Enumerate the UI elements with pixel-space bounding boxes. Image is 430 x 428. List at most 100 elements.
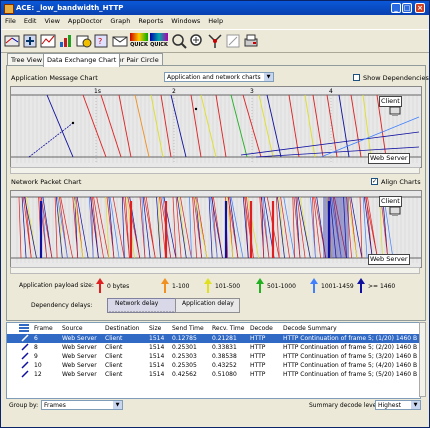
col-source[interactable]: Source [62,325,83,332]
window-title: ACE: _low_bandwidth_HTTP [16,4,124,12]
legend-arrow-icon-1 [161,278,169,293]
menu-edit[interactable]: Edit [20,15,41,28]
menu-help[interactable]: Help [204,15,227,28]
col-send-time[interactable]: Send Time [172,325,204,332]
table-cell: HTTP Continuation of frame 5; (1/20) 146… [283,335,418,342]
table-cell: 1514 [149,344,165,351]
time-plot-icon[interactable] [225,33,241,49]
group-by-value: Frames [44,402,66,409]
group-by-select[interactable]: Frames ▼ [41,400,123,410]
legend-label-5: >= 1460 [368,283,396,290]
menu-graph[interactable]: Graph [106,15,134,28]
menu-windows[interactable]: Windows [167,15,204,28]
col-decode-summary[interactable]: Decode Summary [283,325,337,332]
group-by-label: Group by: [9,402,39,409]
table-cell: HTTP Continuation of frame 5; (5/20) 146… [283,371,418,378]
net-web-server-node-label: Web Server [368,254,410,265]
menu-reports[interactable]: Reports [134,15,167,28]
net-client-computer-icon [389,206,401,216]
app-chart-scrollbar[interactable] [10,167,420,174]
table-cell: Web Server [62,371,97,378]
title-bar: ACE: _low_bandwidth_HTTP _ □ × [1,1,429,15]
show-dependencies-label: Show Dependencies [363,74,429,82]
network-packet-chart[interactable]: Client Web Server [10,190,422,268]
table-cell: Client [105,371,123,378]
zoom-in-icon[interactable] [189,33,205,49]
table-cell: Client [105,344,123,351]
chart-mode-value: Application and network charts [167,74,261,81]
align-charts-checkbox[interactable]: ✓ [371,178,378,185]
legend-label-0: 0 bytes [107,283,130,290]
list-columns-icon[interactable] [19,324,29,332]
table-cell: HTTP [250,353,266,360]
table-cell: Client [105,362,123,369]
table-cell: 12 [34,371,42,378]
legend-label-4: 1001-1459 [321,283,354,290]
col-size[interactable]: Size [149,325,161,332]
client-computer-icon [389,106,401,116]
legend-arrow-icon-2 [204,278,212,293]
print-icon[interactable] [243,33,259,49]
menu-file[interactable]: File [1,15,20,28]
table-row[interactable]: 8 Web Server Client 1514 0.25301 0.33831 HTTP H… [7,343,420,352]
quick-decode-button[interactable]: QUICK [150,33,168,49]
maximize-icon[interactable]: □ [402,3,412,13]
table-row[interactable]: 12 Web Server Client 1514 0.42562 0.51080 HTTP… [7,370,420,379]
summary-decode-level-label: Summary decode level [309,402,379,409]
table-row[interactable]: 6 Web Server Client 1514 0.12785 0.21281 HTTP H… [7,334,420,343]
table-row[interactable]: 9 Web Server Client 1514 0.25303 0.38538 HTTP H… [7,352,420,361]
table-row[interactable]: 10 Web Server Client 1514 0.25305 0.43252 HTTP… [7,361,420,370]
application-delay-label: Application delay [182,300,234,307]
table-cell: 0.25303 [172,353,197,360]
time-tick-label: 3 [250,88,254,95]
find-icon[interactable] [171,33,187,49]
menu-appdoctor[interactable]: AppDoctor [64,15,106,28]
menu-view[interactable]: View [40,15,63,28]
table-cell: Web Server [62,362,97,369]
application-window: ACE: _low_bandwidth_HTTP _ □ × File Edit V… [0,0,430,428]
open-capture-icon[interactable] [4,33,20,49]
table-cell: 0.12785 [172,335,197,342]
legend-arrow-icon-5 [357,278,365,293]
show-dependencies-checkbox[interactable] [353,74,360,81]
table-cell: Web Server [62,344,97,351]
toolbar: ? QUICK QUICK [1,29,429,53]
statistics-icon[interactable] [58,33,74,49]
col-decode[interactable]: Decode [250,325,273,332]
table-cell: Client [105,335,123,342]
table-cell: 0.38538 [212,353,237,360]
summary-decode-level-select[interactable]: Highest ▼ [375,400,421,410]
legend-label-1: 1-100 [172,283,190,290]
table-cell: Web Server [62,335,97,342]
table-cell: 1514 [149,371,165,378]
application-message-chart[interactable]: 1s 2 3 4 Client Web Server [10,86,422,168]
table-cell: 10 [34,362,42,369]
table-cell: 0.33831 [212,344,237,351]
table-cell: 0.42562 [172,371,197,378]
time-tick-label: 2 [172,88,176,95]
dependency-delays-label: Dependency delays: [31,302,93,309]
app-icon [4,4,14,14]
col-destination[interactable]: Destination [105,325,139,332]
import-icon[interactable] [22,33,38,49]
table-scrollbar[interactable] [419,322,426,397]
mail-icon[interactable] [112,33,128,49]
minimize-icon[interactable]: _ [391,3,401,13]
legend-arrow-icon-3 [256,278,264,293]
col-frame[interactable]: Frame [34,325,53,332]
packet-direction-icon [21,361,29,369]
quick-view-button[interactable]: QUICK [130,33,148,49]
chart-mode-select[interactable]: Application and network charts ▼ [164,72,274,82]
merge-icon[interactable] [207,33,223,49]
net-chart-scrollbar[interactable] [10,267,420,274]
tab-data-exchange-chart[interactable]: Data Exchange Chart [43,53,121,67]
decode-icon[interactable] [76,33,92,49]
table-cell: 9 [34,353,38,360]
col-recv-time[interactable]: Recv. Time [212,325,244,332]
query-icon[interactable]: ? [94,33,110,49]
payload-size-label: Application payload size: [19,282,94,289]
filter-icon[interactable] [40,33,56,49]
table-cell: HTTP Continuation of frame 5; (4/20) 146… [283,362,418,369]
web-server-node-label: Web Server [368,153,410,164]
close-icon[interactable]: × [415,3,425,13]
